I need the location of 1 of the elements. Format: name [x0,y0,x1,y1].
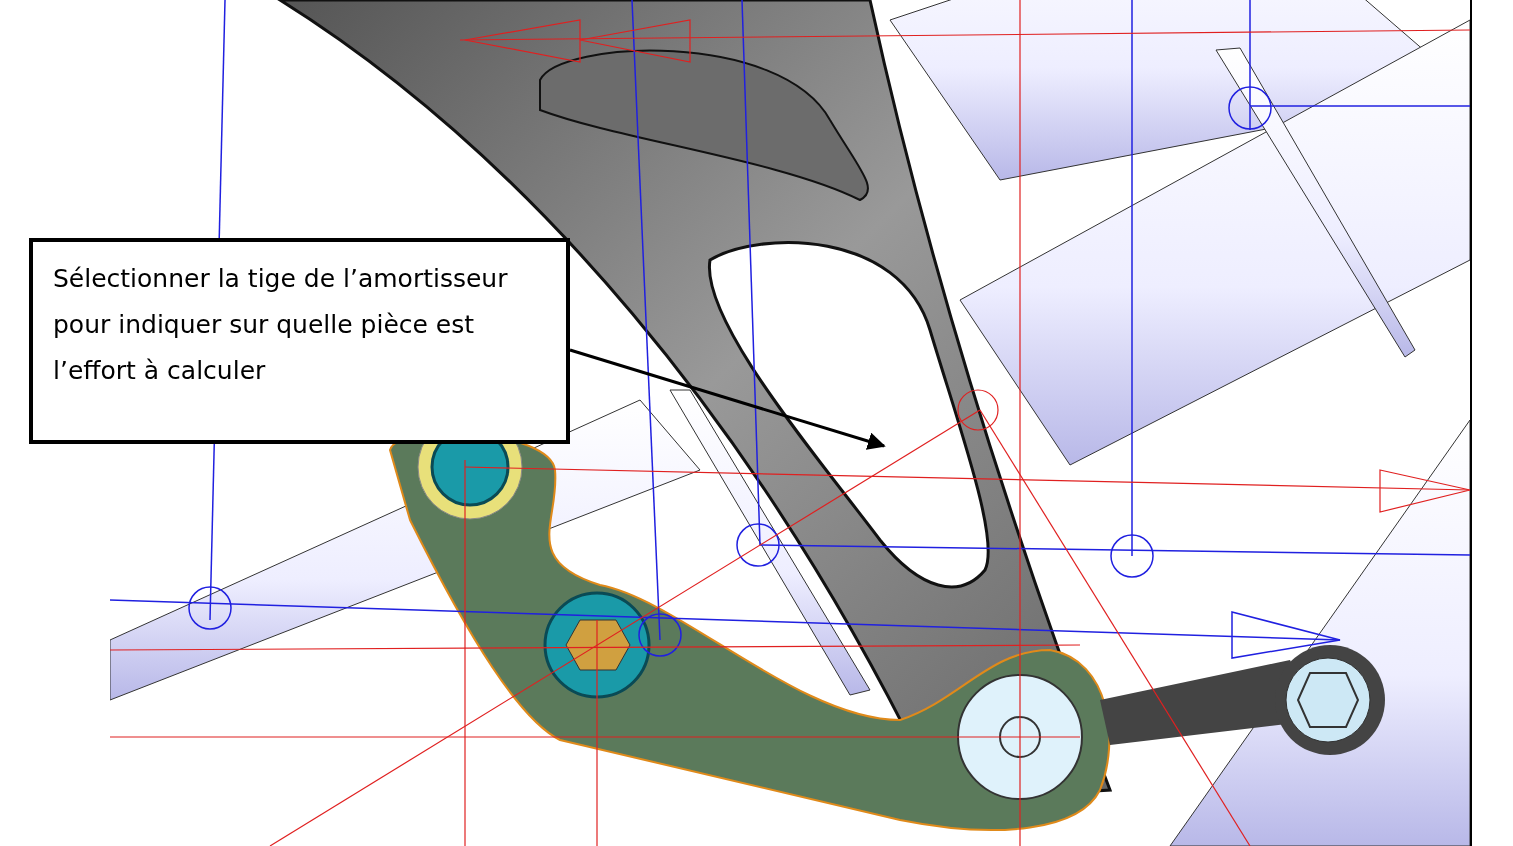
callout-text: Sélectionner la tige de l’amortisseur pour indiquer sur quelle pièce est l’effort à calculer [53,263,509,387]
